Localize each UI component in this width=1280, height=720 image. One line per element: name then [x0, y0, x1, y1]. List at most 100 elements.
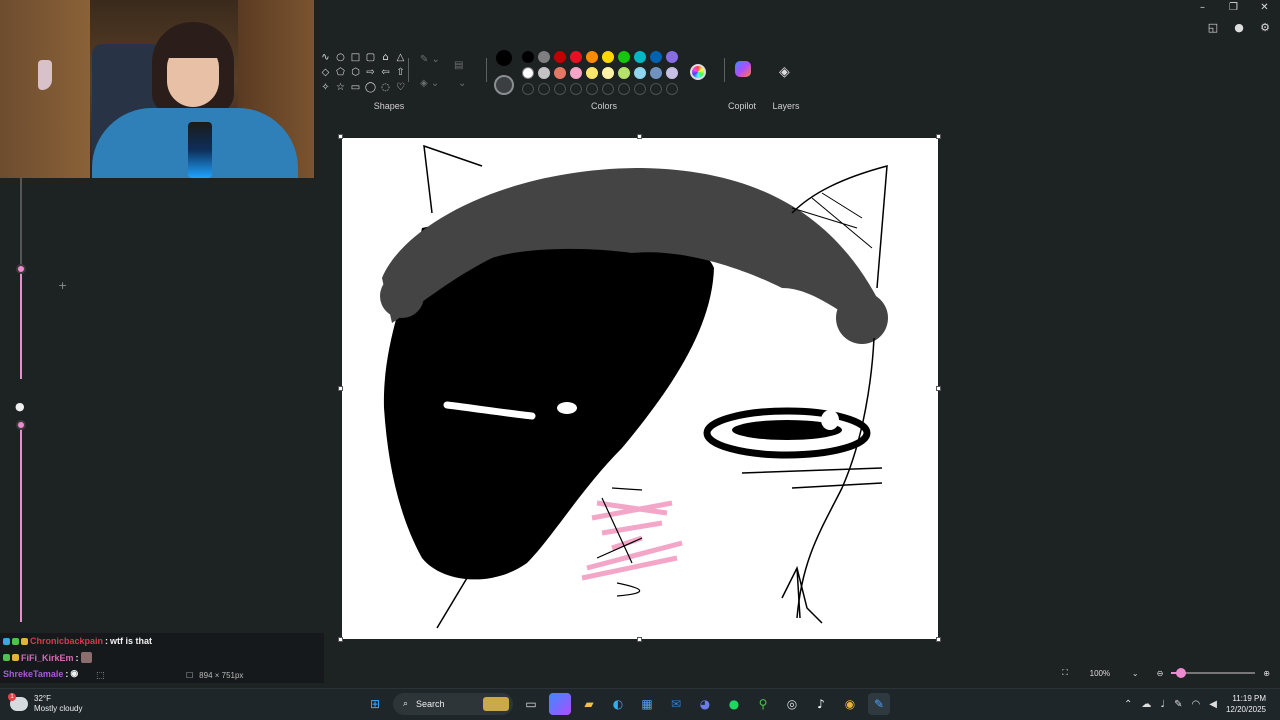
drawing-canvas[interactable]	[342, 138, 938, 639]
windows-start-icon[interactable]: ⊞	[364, 693, 386, 715]
heart-icon[interactable]: ♡	[393, 80, 408, 95]
custom-color-slot[interactable]	[666, 83, 678, 95]
restore-icon[interactable]: ❐	[1218, 0, 1249, 14]
fill-icon[interactable]: ◈ ⌄	[420, 78, 439, 89]
custom-color-slot[interactable]	[618, 83, 630, 95]
minimize-icon[interactable]: –	[1187, 0, 1218, 14]
spotify-icon[interactable]: ●	[723, 693, 745, 715]
custom-color-slot[interactable]	[586, 83, 598, 95]
color-swatch[interactable]	[538, 67, 550, 79]
app-icon[interactable]: ⚲	[752, 693, 774, 715]
color-swatch[interactable]	[666, 51, 678, 63]
speech-bubble-oval-icon[interactable]: ◯	[363, 80, 378, 95]
custom-color-slot[interactable]	[538, 83, 550, 95]
color-swatch[interactable]	[602, 51, 614, 63]
close-icon[interactable]: ✕	[1249, 0, 1280, 14]
share-icon[interactable]: ◱	[1206, 20, 1220, 34]
pentagon-icon[interactable]: ⬠	[333, 65, 348, 80]
zoom-slider[interactable]	[1171, 668, 1256, 678]
file-explorer-icon[interactable]: ▰	[578, 693, 600, 715]
obs-icon[interactable]: ◎	[781, 693, 803, 715]
task-view-icon[interactable]: ▭	[520, 693, 542, 715]
clock[interactable]: 11:19 PM 12/20/2025	[1226, 693, 1266, 715]
onedrive-icon[interactable]: ☁	[1141, 699, 1151, 710]
left-arrow-icon[interactable]: ⇦	[378, 65, 393, 80]
tiktok-icon[interactable]: ♪	[810, 693, 832, 715]
secondary-color-swatch[interactable]	[494, 75, 514, 95]
four-point-star-icon[interactable]: ✧	[318, 80, 333, 95]
custom-color-slot[interactable]	[634, 83, 646, 95]
triangle-icon[interactable]: △	[393, 50, 408, 65]
taskbar-search[interactable]: ⌕ Search	[393, 693, 513, 715]
resize-handle[interactable]	[338, 134, 343, 139]
account-icon[interactable]: ●	[1232, 20, 1246, 34]
color-swatch[interactable]	[618, 51, 630, 63]
custom-color-slot[interactable]	[554, 83, 566, 95]
shape-options-icon[interactable]: ▤	[454, 60, 463, 71]
chrome-icon[interactable]: ◉	[839, 693, 861, 715]
zoom-in-icon[interactable]: ⊕	[1263, 669, 1270, 678]
paint-app-icon[interactable]: ✎	[868, 693, 890, 715]
zoom-out-icon[interactable]: ⊖	[1157, 669, 1164, 678]
wifi-icon[interactable]: ◠	[1192, 699, 1201, 710]
size-slider-thumb[interactable]	[16, 264, 26, 274]
color-swatch[interactable]	[522, 67, 534, 79]
custom-color-slot[interactable]	[602, 83, 614, 95]
fit-to-window-icon[interactable]: ⛶	[1062, 668, 1068, 678]
rectangle-icon[interactable]: □	[348, 50, 363, 65]
resize-handle[interactable]	[338, 386, 343, 391]
volume-icon[interactable]: ◀	[1209, 699, 1217, 710]
discord-icon[interactable]: ◕	[694, 693, 716, 715]
zoom-slider-thumb[interactable]	[1176, 668, 1187, 678]
color-swatch[interactable]	[522, 51, 534, 63]
hexagon-icon[interactable]: ⬡	[348, 65, 363, 80]
microphone-icon[interactable]: ♩	[1160, 699, 1165, 710]
color-swatch[interactable]	[602, 67, 614, 79]
pen-icon[interactable]: ✎	[1174, 699, 1182, 710]
oval-icon[interactable]: ○	[333, 50, 348, 65]
opacity-slider-thumb[interactable]	[16, 420, 26, 430]
edit-colors-icon[interactable]	[690, 64, 706, 80]
polygon-icon[interactable]: ⌂	[378, 50, 393, 65]
five-point-star-icon[interactable]: ☆	[333, 80, 348, 95]
resize-handle[interactable]	[637, 637, 642, 642]
edge-icon[interactable]: ◐	[607, 693, 629, 715]
diamond-icon[interactable]: ◇	[318, 65, 333, 80]
color-swatch[interactable]	[650, 67, 662, 79]
right-arrow-icon[interactable]: ⇨	[363, 65, 378, 80]
color-swatch[interactable]	[650, 51, 662, 63]
chevron-up-icon[interactable]: ⌃	[1124, 699, 1132, 710]
weather-widget[interactable]: 1 32°F Mostly cloudy	[8, 693, 82, 714]
curve-icon[interactable]: ∿	[318, 50, 333, 65]
zoom-level[interactable]: 100%	[1076, 669, 1124, 678]
up-arrow-icon[interactable]: ⇧	[393, 65, 408, 80]
custom-color-slot[interactable]	[570, 83, 582, 95]
resize-handle[interactable]	[936, 134, 941, 139]
zoom-chevron-down-icon[interactable]: ⌄	[1132, 669, 1139, 678]
current-color-swatch[interactable]	[496, 50, 512, 66]
outlook-icon[interactable]: ✉	[665, 693, 687, 715]
color-swatch[interactable]	[554, 67, 566, 79]
outline-icon[interactable]: ✎ ⌄	[420, 54, 440, 65]
custom-color-slot[interactable]	[650, 83, 662, 95]
resize-handle[interactable]	[637, 134, 642, 139]
color-swatch[interactable]	[554, 51, 566, 63]
custom-color-slot[interactable]	[522, 83, 534, 95]
rounded-rectangle-icon[interactable]: ▢	[363, 50, 378, 65]
color-swatch[interactable]	[634, 51, 646, 63]
chevron-down-icon[interactable]: ⌄	[458, 78, 466, 89]
color-swatch[interactable]	[634, 67, 646, 79]
color-swatch[interactable]	[570, 67, 582, 79]
color-swatch[interactable]	[586, 67, 598, 79]
store-icon[interactable]: ▦	[636, 693, 658, 715]
resize-handle[interactable]	[338, 637, 343, 642]
copilot-app-icon[interactable]	[549, 693, 571, 715]
color-swatch[interactable]	[666, 67, 678, 79]
color-swatch[interactable]	[618, 67, 630, 79]
resize-handle[interactable]	[936, 637, 941, 642]
settings-gear-icon[interactable]: ⚙	[1258, 20, 1272, 34]
color-swatch[interactable]	[570, 51, 582, 63]
speech-bubble-rect-icon[interactable]: ▭	[348, 80, 363, 95]
thought-bubble-icon[interactable]: ◌	[378, 80, 393, 95]
resize-handle[interactable]	[936, 386, 941, 391]
